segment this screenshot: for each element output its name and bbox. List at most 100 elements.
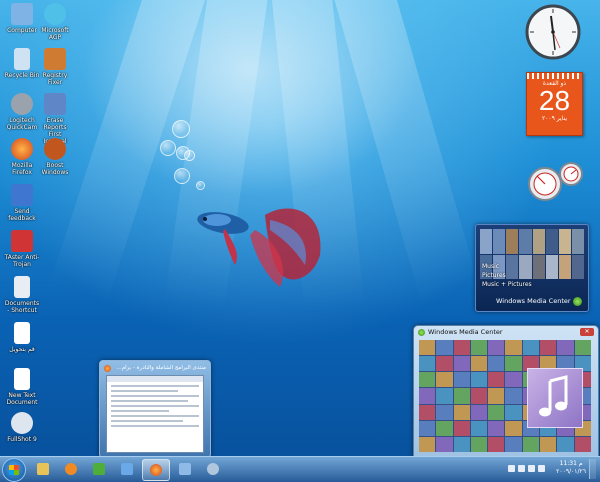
thumbnail-line	[111, 410, 169, 412]
bubble	[184, 150, 195, 161]
settings-icon	[207, 463, 219, 475]
media-center-logo-icon	[573, 297, 582, 306]
taskbar-firefox-button[interactable]	[142, 459, 170, 481]
taskbar-windows-button[interactable]	[86, 459, 112, 479]
thumbnail-line	[111, 390, 179, 392]
desktop-icon-mozilla-firefox[interactable]: Mozilla Firefox	[4, 138, 40, 176]
desktop-icon-label: Boost Windows	[41, 162, 69, 176]
taskbar-settings-button[interactable]	[200, 459, 226, 479]
desktop: Computer Microsoft AGP Recycle Bin Regis…	[0, 0, 600, 456]
bubble	[160, 140, 176, 156]
music-note-icon	[527, 368, 583, 428]
tray-arrow-icon[interactable]	[508, 465, 515, 472]
windows-logo-icon	[9, 465, 19, 475]
desktop-icon-label: FullShot 9	[7, 436, 37, 443]
documents-shortcut-icon	[14, 276, 30, 298]
desktop-icon-documents-shortcut[interactable]: Documents - Shortcut	[4, 276, 40, 314]
clock-time: 11:31 م	[559, 460, 583, 467]
recycle-bin-icon	[14, 48, 30, 70]
registry-icon	[44, 48, 66, 70]
taskbar-explorer-button[interactable]	[30, 459, 56, 479]
thumbnail-line	[111, 405, 199, 407]
speech-bubble-icon	[44, 3, 66, 25]
desktop-icon-label: Mozilla Firefox	[11, 162, 33, 176]
desktop-icon-label: Registry Fixer	[42, 72, 68, 86]
close-button[interactable]: ✕	[580, 328, 594, 336]
taskbar: 11:31 م ٢٠٠٩/٠١/٢٦	[0, 456, 600, 482]
desktop-icon-label: Send feedback	[8, 208, 36, 222]
calendar-rings	[527, 73, 582, 79]
preview-thumbnail[interactable]	[106, 375, 204, 453]
media-player-icon	[65, 463, 77, 475]
start-button[interactable]	[2, 458, 26, 482]
window-title: Windows Media Center	[428, 328, 503, 336]
desktop-icon-label: قم بتحويل	[9, 346, 35, 353]
firefox-icon	[150, 464, 162, 476]
thumbnail-line	[111, 415, 199, 417]
desktop-icon-label: Computer	[7, 27, 37, 34]
desktop-icon-fullshot[interactable]: FullShot 9	[4, 412, 40, 443]
text-document-icon	[14, 368, 30, 390]
thumbnail-line	[111, 385, 199, 387]
clock-date: ٢٠٠٩/٠١/٢٦	[556, 468, 586, 475]
boost-icon	[44, 138, 66, 160]
calendar-year: يناير ٢٠٠٩	[541, 115, 568, 122]
thumbnail-line	[111, 425, 199, 427]
desktop-icon-send-feedback[interactable]: Send feedback	[4, 184, 40, 222]
menu-item-music[interactable]: Music	[482, 262, 532, 271]
thumbnail-line	[111, 400, 188, 402]
taskbar-window-button[interactable]	[172, 459, 198, 479]
desktop-icon-new-text-document[interactable]: New Text Document	[4, 368, 40, 406]
webcam-icon	[11, 93, 33, 115]
desktop-icon-label: TAster Anti-Trojan	[4, 254, 40, 268]
preview-title: منتدى البرامج الشاملة والنادرة - برام...	[116, 365, 206, 371]
desktop-icon-arabic-document[interactable]: قم بتحويل	[4, 322, 40, 353]
window-icon	[179, 463, 191, 475]
windows-icon	[93, 463, 105, 475]
desktop-icon-label: New Text Document	[6, 392, 38, 406]
firefox-icon	[11, 138, 33, 160]
desktop-icon-registry-fixer[interactable]: Registry Fixer	[37, 48, 73, 86]
media-center-gadget[interactable]: Music Pictures Music + Pictures Windows …	[475, 224, 589, 312]
cpu-meter-gadget[interactable]	[527, 160, 587, 202]
taskbar-media-player-button[interactable]	[58, 459, 84, 479]
menu-item-music-pictures[interactable]: Music + Pictures	[482, 280, 532, 289]
calendar-day: 28	[538, 85, 571, 116]
desktop-icon-boost-windows[interactable]: Boost Windows	[37, 138, 73, 176]
desktop-icon-recycle-bin[interactable]: Recycle Bin	[4, 48, 40, 79]
desktop-icon-microsoft-agp[interactable]: Microsoft AGP	[37, 3, 73, 41]
desktop-icon-computer[interactable]: Computer	[4, 3, 40, 34]
media-center-logo-icon	[418, 329, 425, 336]
calendar-gadget[interactable]: ذو القعدة 28 يناير ٢٠٠٩	[526, 72, 583, 136]
camera-icon	[11, 412, 33, 434]
taskbar-thumbnail-preview[interactable]: منتدى البرامج الشاملة والنادرة - برام...	[99, 360, 211, 456]
media-center-menu: Music Pictures Music + Pictures	[482, 262, 532, 289]
desktop-icon-logitech-quickcam[interactable]: Logitech QuickCam	[4, 93, 40, 131]
media-center-brand: Windows Media Center	[496, 297, 571, 305]
clock-gadget[interactable]	[525, 4, 581, 60]
computer-icon	[11, 3, 33, 25]
betta-fish-wallpaper	[197, 208, 321, 287]
firefox-icon	[104, 365, 111, 372]
bubble	[172, 120, 190, 138]
media-center-window[interactable]: Windows Media Center ✕	[413, 325, 599, 456]
tray-network-icon[interactable]	[528, 465, 535, 472]
desktop-icon-label: Recycle Bin	[4, 72, 40, 79]
tray-clock[interactable]: 11:31 م ٢٠٠٩/٠١/٢٦	[556, 460, 586, 476]
menu-item-pictures[interactable]: Pictures	[482, 271, 532, 280]
anti-trojan-icon	[11, 230, 33, 252]
show-desktop-button[interactable]	[589, 459, 596, 479]
tray-flag-icon[interactable]	[518, 465, 525, 472]
desktop-icon-anti-trojan[interactable]: TAster Anti-Trojan	[4, 230, 40, 268]
taskbar-document-button[interactable]	[114, 459, 140, 479]
feedback-icon	[11, 184, 33, 206]
thumbnail-line	[111, 395, 199, 397]
tools-icon	[44, 93, 66, 115]
desktop-icon-label: Microsoft AGP	[41, 27, 69, 41]
desktop-icon-label: Documents - Shortcut	[4, 300, 40, 314]
tray-volume-icon[interactable]	[538, 465, 545, 472]
document-icon	[121, 463, 133, 475]
text-document-icon	[14, 322, 30, 344]
explorer-icon	[37, 463, 49, 475]
thumbnail-toolbar	[107, 376, 203, 382]
